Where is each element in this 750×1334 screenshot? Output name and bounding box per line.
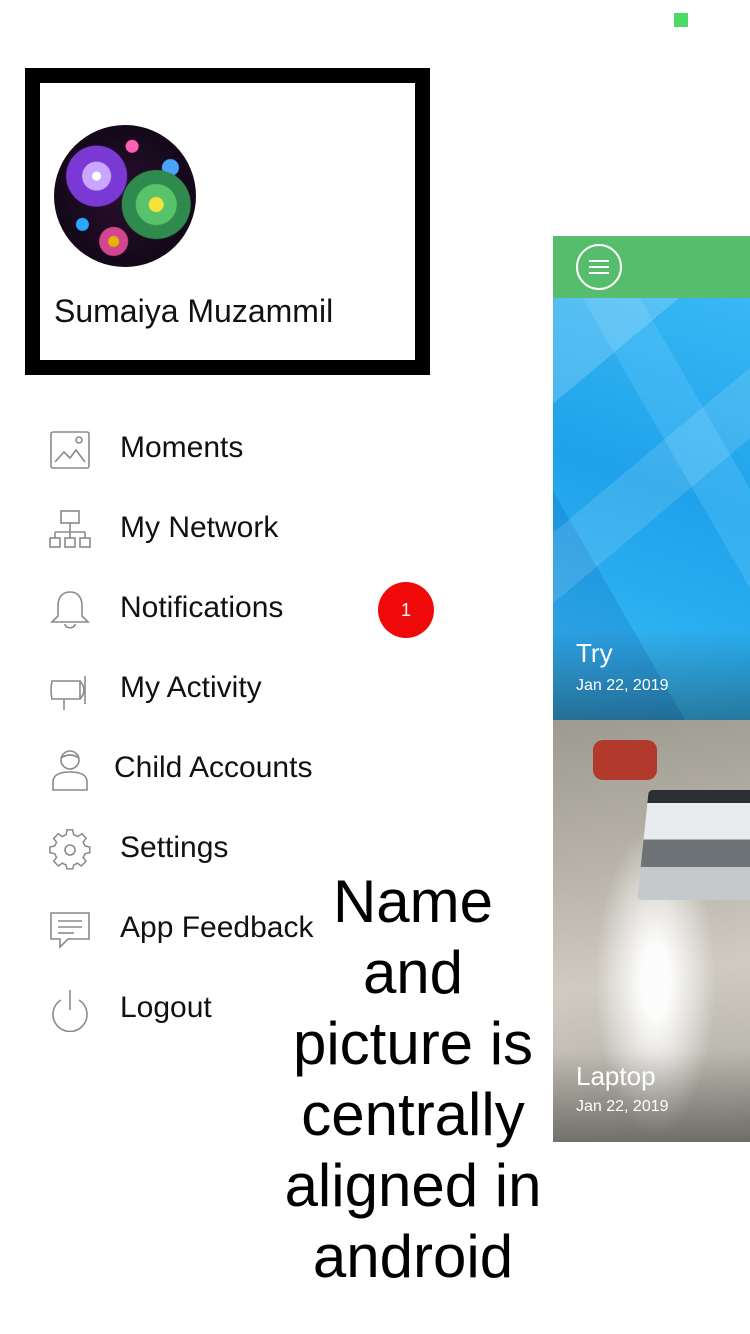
annotation-line: centrally: [301, 1081, 525, 1148]
menu-item-label: Child Accounts: [114, 751, 313, 784]
gear-icon: [48, 828, 92, 872]
card-title: Try: [576, 638, 613, 668]
menu-item-label: Moments: [120, 431, 244, 464]
main-screen-peek[interactable]: Try Jan 22, 2019 Laptop Jan 22, 2019: [553, 236, 750, 1142]
menu-icon[interactable]: [575, 243, 623, 291]
menu-item-label: Settings: [120, 831, 229, 864]
bell-icon: [48, 588, 92, 632]
feedback-icon: [48, 908, 92, 952]
profile-name: Sumaiya Muzammil: [54, 293, 334, 329]
moment-card[interactable]: Laptop Jan 22, 2019: [553, 720, 750, 1142]
annotation-line: and: [362, 939, 464, 1006]
menu-item-label: My Activity: [120, 671, 262, 704]
menu-item-label: Logout: [120, 991, 212, 1024]
user-icon: [48, 748, 92, 792]
annotation-line: Name: [332, 868, 494, 935]
card-date: Jan 22, 2019: [576, 1098, 669, 1115]
image-icon: [48, 428, 92, 472]
notifications-badge: 1: [378, 582, 434, 638]
menu-item-label: My Network: [120, 511, 279, 544]
menu-item-my-activity[interactable]: My Activity: [0, 650, 450, 730]
top-bar: [553, 236, 750, 298]
moment-card[interactable]: Try Jan 22, 2019: [553, 298, 750, 720]
menu-item-label: Notifications: [120, 591, 284, 624]
card-title: Laptop: [576, 1061, 656, 1091]
avatar[interactable]: [54, 125, 196, 267]
profile-header[interactable]: Sumaiya Muzammil: [25, 68, 430, 375]
megaphone-icon: [48, 668, 92, 712]
annotation-line: picture is: [292, 1010, 534, 1077]
menu-item-child-accounts[interactable]: Child Accounts: [0, 730, 450, 810]
menu-item-my-network[interactable]: My Network: [0, 490, 450, 570]
annotation-text: Name and picture is centrally aligned in…: [278, 866, 548, 1292]
photo-laptop: [637, 790, 750, 900]
card-date: Jan 22, 2019: [576, 677, 669, 694]
status-indicator: [674, 13, 688, 27]
network-icon: [48, 508, 92, 552]
menu-item-moments[interactable]: Moments: [0, 410, 450, 490]
power-icon: [48, 988, 92, 1032]
annotation-line: android: [312, 1223, 514, 1290]
annotation-line: aligned in: [284, 1152, 542, 1219]
photo-jar: [593, 740, 657, 780]
